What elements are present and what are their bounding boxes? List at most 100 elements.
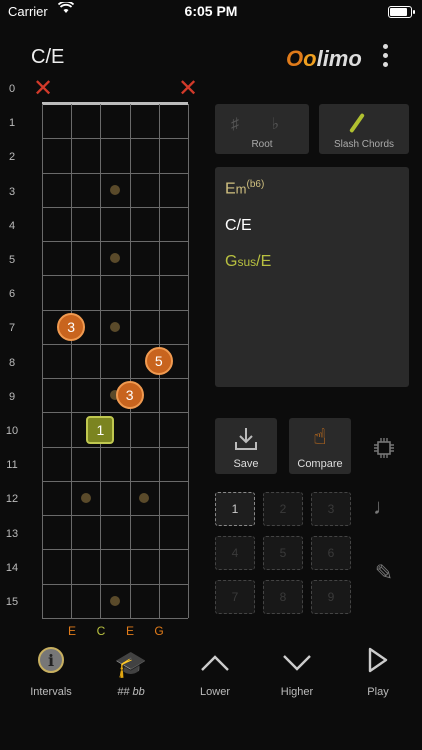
nut <box>42 102 188 105</box>
mute-x-icon[interactable]: ✕ <box>178 74 198 103</box>
fret-number: 8 <box>8 356 16 369</box>
chord-base: C/E <box>225 217 252 234</box>
battery-fill <box>390 8 407 16</box>
fret-number: 7 <box>8 322 16 335</box>
fret-wire <box>42 480 188 482</box>
fret-wire <box>42 138 188 140</box>
info-icon: i <box>16 646 86 682</box>
fret-wire <box>42 446 188 448</box>
save-label: Save <box>233 458 259 470</box>
chord-base: G <box>225 253 238 270</box>
preset-slot[interactable]: 1 <box>215 492 255 526</box>
higher-button[interactable]: Higher <box>262 646 332 698</box>
fret-wire <box>42 583 188 585</box>
chord-extension: (b6) <box>246 179 265 190</box>
fret-inlay <box>110 321 120 332</box>
string-line <box>42 104 43 618</box>
string-name: E <box>67 624 76 638</box>
string-line <box>100 104 102 618</box>
chord-item[interactable]: Em(b6) <box>225 179 264 198</box>
fret-number: 6 <box>8 288 16 301</box>
chord-item[interactable]: Gsus/E <box>225 253 271 271</box>
preset-slot[interactable]: 9 <box>311 580 351 614</box>
preset-slot[interactable]: 8 <box>263 580 303 614</box>
chip-icon[interactable] <box>369 436 399 466</box>
root-note-marker[interactable]: 1 <box>86 415 115 444</box>
mute-x-icon[interactable]: ✕ <box>33 74 53 103</box>
fret-wire <box>42 172 188 174</box>
fret-wire <box>42 309 188 311</box>
accidentals-label: ## bb <box>117 686 145 698</box>
root-label: Root <box>251 139 273 150</box>
note-marker[interactable]: 3 <box>57 312 86 341</box>
chord-bass: /E <box>256 253 272 270</box>
logo-letter-2: o <box>303 46 317 71</box>
fret-wire <box>42 618 188 619</box>
battery-icon <box>388 6 415 18</box>
string-line <box>129 104 131 618</box>
preset-slot[interactable]: 4 <box>215 536 255 570</box>
fret-number: 3 <box>8 185 16 198</box>
string-name: C <box>96 624 106 638</box>
chord-base: E <box>225 180 236 198</box>
sharp-flat-icon: ♯ ♭ <box>231 116 293 133</box>
fret-wire <box>42 275 188 277</box>
intervals-tab[interactable]: i Intervals <box>16 646 86 698</box>
chord-quality: sus <box>237 255 257 269</box>
play-button[interactable]: Play <box>343 646 413 698</box>
fret-wire <box>42 549 188 551</box>
chord-quality: m <box>235 181 247 197</box>
logo-text: limo <box>316 46 362 71</box>
preset-slot[interactable]: 7 <box>215 580 255 614</box>
fret-number: 10 <box>5 425 19 437</box>
preset-slot[interactable]: 6 <box>311 536 351 570</box>
pencil-icon[interactable]: ✎ <box>369 560 399 586</box>
compare-button[interactable]: ☝ Compare <box>289 418 351 474</box>
fretboard[interactable]: 3531 <box>42 102 189 619</box>
fret-number: 9 <box>8 390 16 403</box>
fret-number: 2 <box>8 151 16 164</box>
fret-wire <box>42 343 188 345</box>
chevron-down-icon <box>262 646 332 682</box>
fret-number: 11 <box>6 459 18 472</box>
music-note-icon[interactable]: ♩ <box>369 494 399 520</box>
more-menu-icon[interactable] <box>380 44 390 72</box>
fret-inlay <box>110 184 120 195</box>
accidentals-tab[interactable]: 🎓 ## bb <box>96 646 166 698</box>
note-marker[interactable]: 3 <box>115 381 144 410</box>
status-bar: Carrier 6:05 PM <box>0 0 422 24</box>
string-line <box>188 104 189 618</box>
intervals-label: Intervals <box>30 686 72 698</box>
fret-number: 15 <box>5 596 19 608</box>
preset-slot[interactable]: 2 <box>263 492 303 526</box>
graduation-cap-icon: 🎓 <box>114 649 148 679</box>
fret-number: 13 <box>5 527 19 540</box>
app-logo: Oolimo <box>286 46 362 72</box>
fret-number: 14 <box>5 561 19 574</box>
root-button[interactable]: ♯ ♭ Root <box>215 104 309 154</box>
preset-slot[interactable]: 5 <box>263 536 303 570</box>
slash-chords-button[interactable]: Slash Chords <box>319 104 409 154</box>
note-marker[interactable]: 5 <box>144 347 173 375</box>
svg-text:i: i <box>48 651 54 670</box>
logo-letter-1: O <box>286 46 304 71</box>
fret-wire <box>42 378 188 380</box>
fret-number: 0 <box>8 83 16 95</box>
preset-slot[interactable]: 3 <box>311 492 351 526</box>
chord-title: C/E <box>31 46 65 68</box>
slash-chords-label: Slash Chords <box>333 139 395 150</box>
bottom-toolbar: i Intervals 🎓 ## bb Lower Higher Play <box>0 646 422 750</box>
fret-wire <box>42 241 188 243</box>
fret-number: 12 <box>5 493 19 506</box>
chord-item-selected[interactable]: C/E <box>225 217 252 235</box>
play-label: Play <box>367 686 389 698</box>
chord-list: Em(b6) C/E Gsus/E <box>215 167 409 387</box>
lower-button[interactable]: Lower <box>180 646 250 698</box>
save-button[interactable]: Save <box>215 418 277 474</box>
higher-label: Higher <box>280 686 314 698</box>
download-icon <box>215 424 277 460</box>
fret-wire <box>42 412 188 414</box>
string-name: G <box>154 624 164 638</box>
fret-inlay <box>139 493 150 504</box>
play-icon <box>343 646 413 682</box>
